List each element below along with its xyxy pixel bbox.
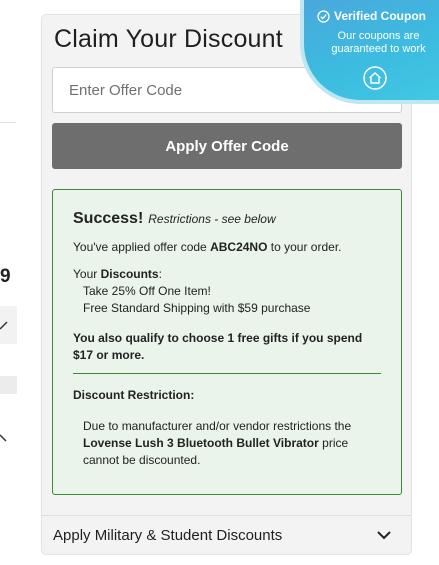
badge-title: Verified Coupon — [333, 9, 426, 23]
discount-item: Take 25% Off One Item! — [83, 284, 211, 298]
applied-code-text: You've applied offer code ABC24NO to you… — [73, 240, 342, 254]
apply-offer-code-button[interactable]: Apply Offer Code — [52, 123, 402, 169]
success-message: Success! Restrictions - see below You've… — [52, 189, 402, 495]
verified-coupon-badge: Verified Coupon Our coupons are guarante… — [300, 0, 439, 104]
left-divider — [0, 122, 16, 123]
check-circle-icon — [317, 9, 330, 23]
left-check-icon — [0, 321, 8, 330]
left-chevron-icon[interactable] — [0, 432, 10, 450]
military-student-discounts-toggle[interactable]: Apply Military & Student Discounts — [42, 515, 411, 555]
restriction-title: Discount Restriction: — [73, 388, 195, 402]
chevron-down-icon — [377, 531, 391, 540]
discount-item: Free Standard Shipping with $59 purchase — [83, 301, 311, 315]
left-price-fragment: 9 — [0, 266, 11, 287]
free-gifts-text: You also qualify to choose 1 free gifts … — [73, 331, 363, 362]
discounts-heading: Your Discounts: — [73, 267, 162, 281]
product-name: Lovense Lush 3 Bluetooth Bullet Vibrator — [83, 436, 319, 450]
badge-subtitle: Our coupons are guaranteed to work — [331, 30, 426, 55]
left-block-fragment — [0, 376, 17, 394]
divider — [73, 373, 381, 374]
military-student-label: Apply Military & Student Discounts — [53, 527, 283, 544]
success-title: Success! — [73, 210, 144, 227]
restriction-text: Due to manufacturer and/or vendor restri… — [83, 419, 352, 467]
restrictions-note: Restrictions - see below — [148, 212, 276, 226]
discount-list: Take 25% Off One Item! Free Standard Shi… — [83, 283, 381, 317]
panel-title: Claim Your Discount — [54, 25, 283, 53]
offer-code-value: ABC24NO — [210, 240, 268, 254]
left-select-fragment[interactable] — [0, 306, 17, 344]
house-icon — [363, 66, 387, 90]
